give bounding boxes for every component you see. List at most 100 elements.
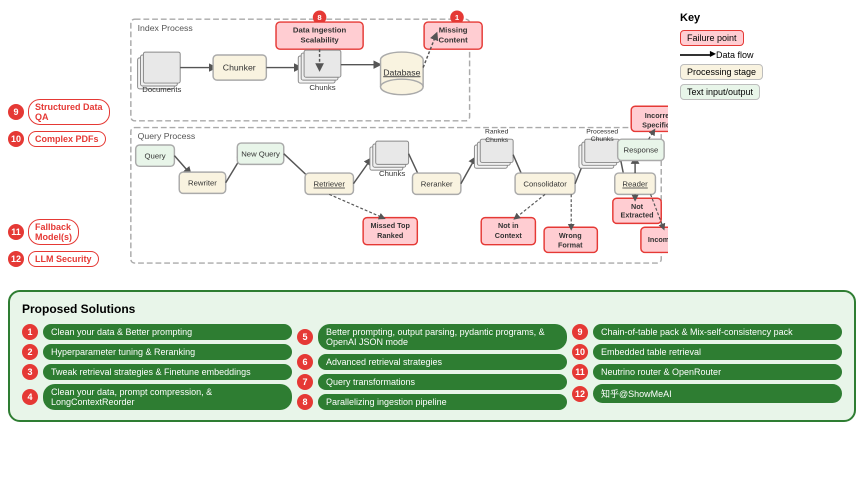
svg-text:Ranked: Ranked — [377, 231, 403, 240]
solution-item-10: 10 Embedded table retrieval — [572, 344, 842, 360]
svg-text:Chunks: Chunks — [309, 83, 335, 92]
svg-text:Reader: Reader — [622, 180, 648, 189]
svg-text:Index Process: Index Process — [138, 23, 194, 33]
svg-text:Missed Top: Missed Top — [371, 221, 411, 230]
solution-item-6: 6 Advanced retrieval strategies — [297, 354, 567, 370]
proposed-solutions-title: Proposed Solutions — [22, 302, 842, 316]
solutions-grid: 1 Clean your data & Better prompting 2 H… — [22, 324, 842, 410]
key-arrow-row: Data flow — [680, 50, 852, 60]
solution-item-4: 4 Clean your data, prompt compression, &… — [22, 384, 292, 410]
sol-1-num: 1 — [22, 324, 38, 340]
sol-7-text: Query transformations — [318, 374, 567, 390]
svg-text:Specificity: Specificity — [642, 121, 668, 130]
svg-text:New Query: New Query — [241, 150, 280, 159]
label-fallback: 11 FallbackModel(s) — [8, 219, 118, 245]
sol-3-num: 3 — [22, 364, 38, 380]
svg-text:Query Process: Query Process — [138, 131, 196, 141]
label-llm-security: 12 LLM Security — [8, 251, 118, 267]
solution-item-8: 8 Parallelizing ingestion pipeline — [297, 394, 567, 410]
left-labels: 9 Structured DataQA 10 Complex PDFs 11 F… — [8, 8, 118, 282]
label-10-tag: Complex PDFs — [28, 131, 106, 147]
data-flow-arrow — [680, 54, 710, 56]
sol-3-text: Tweak retrieval strategies & Finetune em… — [43, 364, 292, 380]
label-11-num: 11 — [8, 224, 24, 240]
label-9-num: 9 — [8, 104, 24, 120]
svg-text:Chunker: Chunker — [223, 62, 256, 72]
svg-text:Incomplete: Incomplete — [648, 235, 668, 244]
key-dataflow-label: Data flow — [716, 50, 754, 60]
key-failure-label: Failure point — [680, 30, 744, 46]
svg-text:Incorrect: Incorrect — [645, 111, 668, 120]
key-title: Key — [680, 12, 852, 24]
sol-12-text: 知乎@ShowMeAI — [593, 384, 842, 403]
key-text-io-row: Text input/output — [680, 84, 852, 100]
sol-11-num: 11 — [572, 364, 588, 380]
diagram-svg: Index Process 8 Data Ingestion Scalabili… — [126, 8, 668, 282]
svg-text:Response: Response — [623, 146, 658, 155]
sol-6-num: 6 — [297, 354, 313, 370]
svg-text:Rewriter: Rewriter — [188, 179, 217, 188]
label-10-num: 10 — [8, 131, 24, 147]
diagram-area: Index Process 8 Data Ingestion Scalabili… — [126, 8, 668, 282]
sol-8-num: 8 — [297, 394, 313, 410]
proposed-solutions-section: Proposed Solutions 1 Clean your data & B… — [8, 290, 856, 422]
solution-item-9: 9 Chain-of-table pack & Mix-self-consist… — [572, 324, 842, 340]
key-failure-row: Failure point — [680, 30, 852, 46]
label-12-num: 12 — [8, 251, 24, 267]
svg-text:Missing: Missing — [439, 26, 468, 35]
sol-7-num: 7 — [297, 374, 313, 390]
sol-2-text: Hyperparameter tuning & Reranking — [43, 344, 292, 360]
sol-9-num: 9 — [572, 324, 588, 340]
key-processing-label: Processing stage — [680, 64, 763, 80]
key-processing-row: Processing stage — [680, 64, 852, 80]
label-12-tag: LLM Security — [28, 251, 99, 267]
solution-item-1: 1 Clean your data & Better prompting — [22, 324, 292, 340]
solutions-col-1: 1 Clean your data & Better prompting 2 H… — [22, 324, 292, 410]
svg-text:Database: Database — [383, 67, 420, 77]
solutions-col-2: 5 Better prompting, output parsing, pyda… — [297, 324, 567, 410]
sol-10-text: Embedded table retrieval — [593, 344, 842, 360]
svg-text:Reranker: Reranker — [421, 180, 453, 189]
solution-item-7: 7 Query transformations — [297, 374, 567, 390]
svg-text:Retriever: Retriever — [314, 180, 346, 189]
sol-4-text: Clean your data, prompt compression, & L… — [43, 384, 292, 410]
svg-text:Not in: Not in — [498, 221, 519, 230]
svg-text:Query: Query — [145, 152, 166, 161]
solutions-col-3: 9 Chain-of-table pack & Mix-self-consist… — [572, 324, 842, 410]
svg-text:Wrong: Wrong — [559, 231, 582, 240]
svg-text:Processed: Processed — [586, 128, 618, 135]
solution-item-2: 2 Hyperparameter tuning & Reranking — [22, 344, 292, 360]
label-complex-pdfs: 10 Complex PDFs — [8, 131, 118, 147]
key-text-io-label: Text input/output — [680, 84, 760, 100]
svg-text:Context: Context — [495, 231, 523, 240]
svg-text:Ranked: Ranked — [485, 128, 509, 135]
svg-text:Chunks: Chunks — [379, 169, 405, 178]
key-area: Key Failure point Data flow Processing s… — [676, 8, 856, 282]
svg-text:Data Ingestion: Data Ingestion — [293, 26, 347, 35]
sol-8-text: Parallelizing ingestion pipeline — [318, 394, 567, 410]
solution-item-3: 3 Tweak retrieval strategies & Finetune … — [22, 364, 292, 380]
sol-6-text: Advanced retrieval strategies — [318, 354, 567, 370]
svg-text:8: 8 — [317, 13, 322, 22]
label-11-tag: FallbackModel(s) — [28, 219, 79, 245]
sol-11-text: Neutrino router & OpenRouter — [593, 364, 842, 380]
svg-text:Format: Format — [558, 241, 583, 250]
sol-12-num: 12 — [572, 386, 588, 402]
label-structured-data: 9 Structured DataQA — [8, 99, 118, 125]
sol-2-num: 2 — [22, 344, 38, 360]
solution-item-5: 5 Better prompting, output parsing, pyda… — [297, 324, 567, 350]
sol-9-text: Chain-of-table pack & Mix-self-consisten… — [593, 324, 842, 340]
solution-item-12: 12 知乎@ShowMeAI — [572, 384, 842, 403]
svg-text:Chunks: Chunks — [485, 137, 509, 144]
solution-item-11: 11 Neutrino router & OpenRouter — [572, 364, 842, 380]
svg-text:Not: Not — [631, 202, 644, 211]
svg-text:Scalability: Scalability — [300, 35, 339, 44]
svg-text:Consolidator: Consolidator — [523, 180, 567, 189]
svg-text:1: 1 — [455, 13, 460, 22]
sol-1-text: Clean your data & Better prompting — [43, 324, 292, 340]
sol-10-num: 10 — [572, 344, 588, 360]
svg-text:Documents: Documents — [142, 85, 181, 94]
svg-text:Extracted: Extracted — [621, 211, 654, 220]
svg-text:Chunks: Chunks — [591, 136, 615, 143]
sol-5-num: 5 — [297, 329, 313, 345]
